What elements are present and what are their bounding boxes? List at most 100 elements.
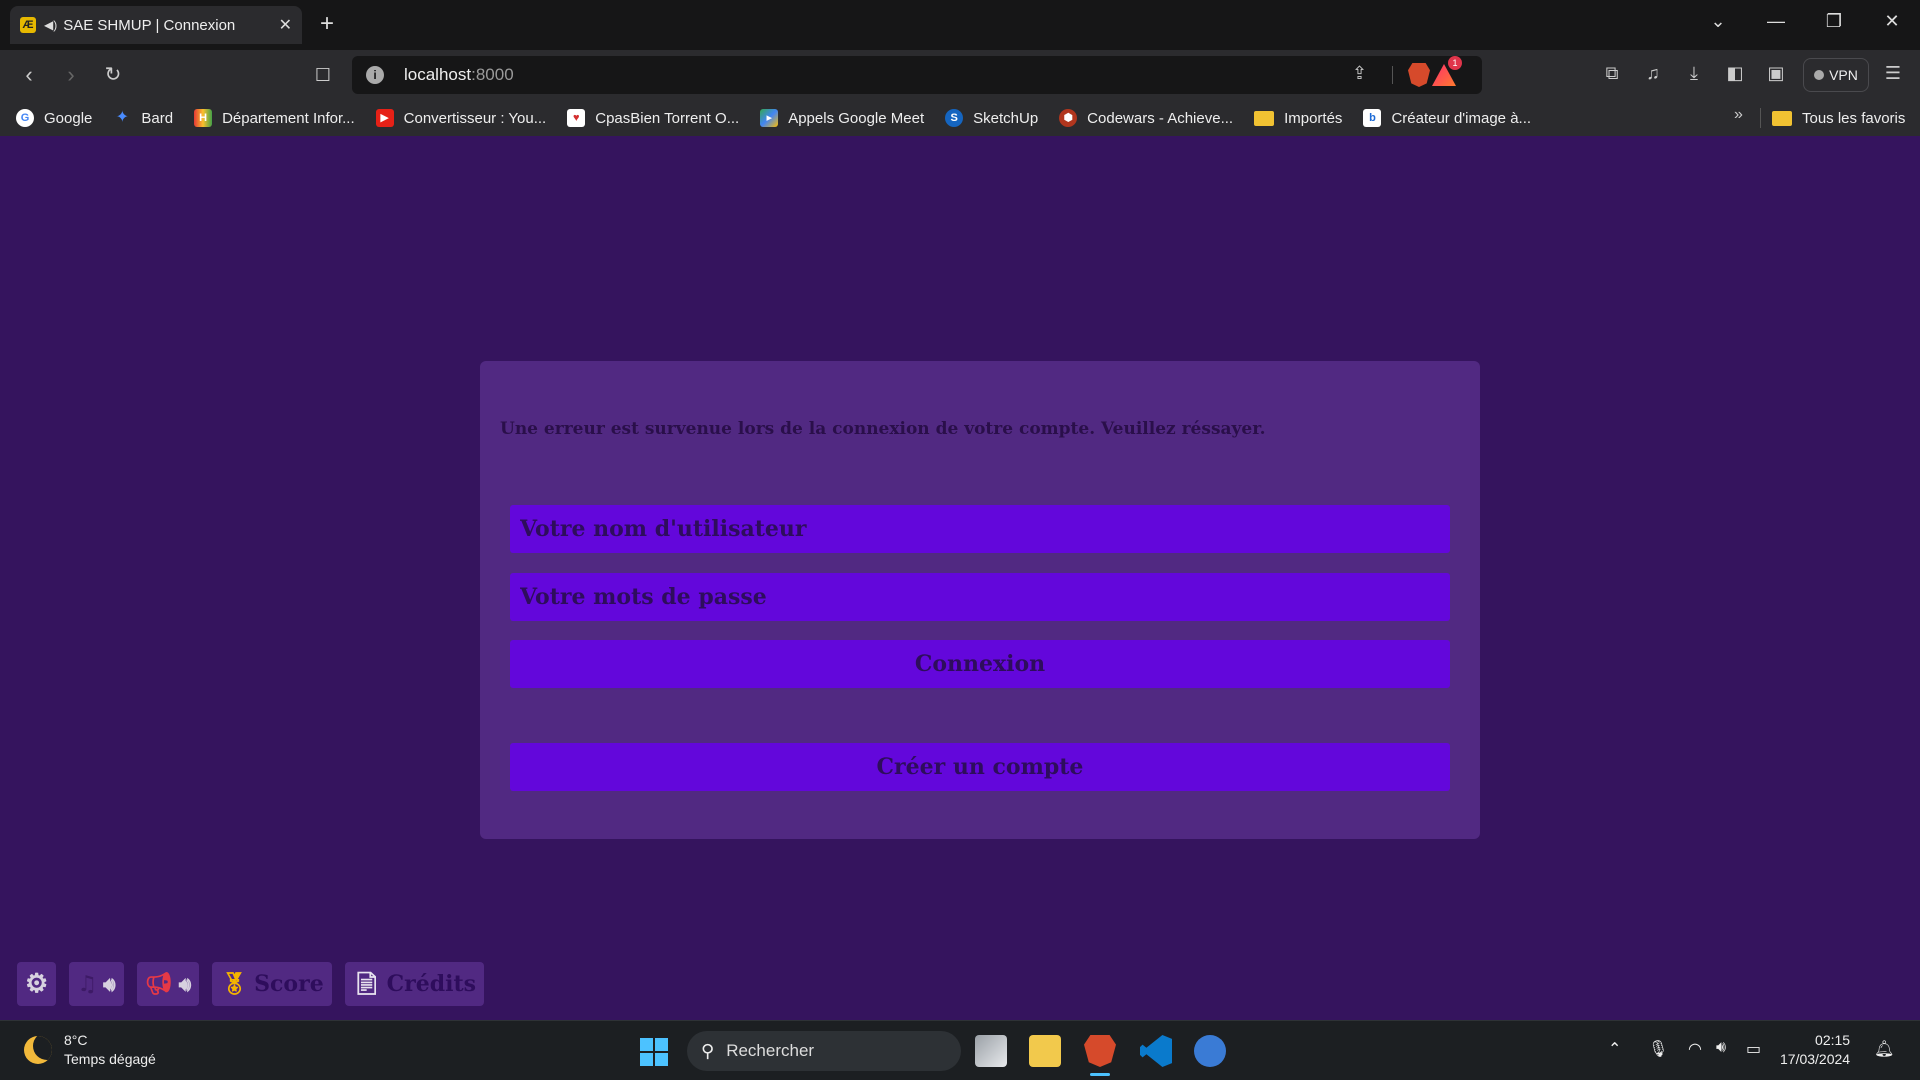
bookmarks-divider	[1760, 108, 1761, 128]
page-content: Une erreur est survenue lors de la conne…	[0, 136, 1920, 1020]
score-label: Score	[254, 971, 324, 997]
active-app-indicator	[1090, 1073, 1110, 1076]
forward-icon[interactable]: ›	[56, 60, 86, 90]
tray-overflow-icon[interactable]: ⌃	[1608, 1039, 1621, 1059]
restore-icon[interactable]: ❐	[1814, 6, 1854, 36]
weather-widget[interactable]: 8°C Temps dégagé	[24, 1031, 156, 1069]
bookmark-meet[interactable]: ▸ Appels Google Meet	[760, 109, 924, 127]
bookmark-importes[interactable]: Importés	[1254, 110, 1342, 127]
bookmark-label: Convertisseur : You...	[403, 109, 547, 127]
windows-taskbar: 8°C Temps dégagé ⚲ Rechercher ⌃ 🎙︎ ◠ 🔊︎ …	[0, 1020, 1920, 1080]
bookmark-convertisseur[interactable]: ▶ Convertisseur : You...	[375, 109, 547, 127]
username-input[interactable]	[510, 505, 1450, 553]
wallet-icon[interactable]: ▣	[1763, 63, 1789, 84]
bookmark-cpasbien[interactable]: ♥ CpasBien Torrent O...	[567, 109, 739, 127]
bookmarks-more-button[interactable]: »	[1734, 106, 1743, 124]
tab-audio-icon[interactable]: ◀)	[44, 18, 57, 32]
moon-icon	[24, 1036, 52, 1064]
codewars-icon: ⬢	[1059, 109, 1078, 127]
bookmark-bard[interactable]: ✦ Bard	[113, 109, 173, 127]
bookmark-label: Google	[44, 109, 93, 127]
bookmark-icon[interactable]: ☐	[308, 60, 338, 90]
error-message: Une erreur est survenue lors de la conne…	[500, 419, 1266, 439]
weather-condition: Temps dégagé	[64, 1051, 156, 1067]
new-tab-button[interactable]: +	[320, 10, 334, 38]
bookmark-label: CpasBien Torrent O...	[595, 109, 740, 127]
game-controls-bar: ⚙ ♫ 🔊︎ 📢︎ 🔊︎ 🏅︎ Score 📄︎ Crédits	[17, 962, 485, 1006]
taskbar-search[interactable]: ⚲ Rechercher	[687, 1031, 961, 1071]
notification-bell-icon[interactable]: 🔔︎	[1874, 1039, 1894, 1059]
close-window-icon[interactable]: ✕	[1872, 6, 1912, 36]
tab-search-chevron-icon[interactable]: ⌄	[1698, 6, 1738, 36]
bookmark-sketchup[interactable]: S SketchUp	[945, 109, 1038, 127]
megaphone-icon: 📢︎	[144, 971, 173, 997]
settings-button[interactable]: ⚙	[17, 962, 57, 1006]
credits-button[interactable]: 📄︎ Crédits	[344, 962, 485, 1006]
bookmark-google[interactable]: G Google	[16, 109, 92, 127]
vpn-button[interactable]: VPN	[1803, 58, 1869, 92]
brave-browser-icon[interactable]	[1084, 1035, 1116, 1067]
minimize-icon[interactable]: —	[1756, 6, 1796, 36]
site-info-icon[interactable]: i	[366, 66, 384, 84]
password-input[interactable]	[510, 573, 1450, 621]
tab-title: SAE SHMUP | Connexion	[63, 16, 236, 34]
bookmark-label: Créateur d'image à...	[1391, 109, 1532, 127]
bookmark-createur[interactable]: b Créateur d'image à...	[1363, 109, 1531, 127]
wifi-icon[interactable]: ◠	[1688, 1039, 1702, 1059]
menu-icon[interactable]: ☰	[1880, 63, 1906, 84]
meet-icon: ▸	[760, 109, 779, 127]
brave-shields-icon[interactable]	[1408, 63, 1430, 87]
volume-icon[interactable]: 🔊︎	[1716, 1039, 1726, 1057]
speaker-icon: 🔊︎	[103, 972, 116, 996]
cpasbien-icon: ♥	[567, 109, 586, 127]
download-icon[interactable]: ⤓	[1681, 63, 1707, 84]
bard-icon: ✦	[115, 109, 130, 126]
bookmark-label: Département Infor...	[222, 109, 355, 127]
score-button[interactable]: 🏅︎ Score	[212, 962, 332, 1006]
microphone-icon[interactable]: 🎙︎	[1648, 1039, 1668, 1059]
file-explorer-icon[interactable]	[1029, 1035, 1061, 1067]
bookmark-codewars[interactable]: ⬢ Codewars - Achieve...	[1059, 109, 1233, 127]
rewards-badge: 1	[1448, 56, 1462, 70]
create-account-button[interactable]: Créer un compte	[510, 743, 1450, 791]
document-icon: 📄︎	[352, 971, 381, 997]
address-bar[interactable]: i localhost:8000 ⇪ 1	[352, 56, 1482, 94]
bookmark-label: SketchUp	[973, 109, 1039, 127]
youtube-icon: ▶	[375, 109, 394, 127]
bookmark-label: Appels Google Meet	[788, 109, 925, 127]
site-favicon-icon: Æ	[20, 17, 36, 33]
clock-time: 02:15	[1815, 1032, 1851, 1048]
sfx-volume-button[interactable]: 📢︎ 🔊︎	[136, 962, 200, 1006]
media-icon[interactable]: ♫	[1640, 63, 1666, 84]
reload-icon[interactable]: ↻	[98, 60, 128, 90]
vscode-icon[interactable]	[1140, 1035, 1172, 1067]
credits-label: Crédits	[386, 971, 477, 997]
login-button[interactable]: Connexion	[510, 640, 1450, 688]
vpn-status-icon	[1814, 70, 1825, 80]
tab-close-icon[interactable]: ✕	[279, 15, 292, 35]
all-favorites-folder[interactable]: Tous les favoris	[1772, 100, 1905, 136]
search-icon: ⚲	[701, 1040, 715, 1061]
bookmark-label: Importés	[1284, 109, 1343, 127]
taskbar-clock[interactable]: 02:15 17/03/2024	[1780, 1031, 1850, 1069]
all-favorites-label: Tous les favoris	[1802, 109, 1906, 127]
signal-app-icon[interactable]	[1194, 1035, 1226, 1067]
extensions-icon[interactable]: ⧉	[1599, 63, 1625, 84]
temperature: 8°C	[64, 1032, 88, 1048]
sidebar-icon[interactable]: ◧	[1722, 63, 1748, 84]
share-icon[interactable]: ⇪	[1352, 63, 1367, 87]
bing-icon: b	[1363, 109, 1382, 127]
vpn-label: VPN	[1829, 67, 1858, 83]
back-icon[interactable]: ‹	[14, 60, 44, 90]
task-view-icon[interactable]	[975, 1035, 1007, 1067]
bookmark-label: Bard	[141, 109, 174, 127]
bookmark-label: Codewars - Achieve...	[1087, 109, 1234, 127]
url-port: :8000	[471, 65, 514, 84]
windows-start-icon[interactable]	[640, 1038, 668, 1066]
browser-tab-active[interactable]: Æ ◀) SAE SHMUP | Connexion ✕	[10, 6, 302, 44]
folder-icon	[1254, 110, 1275, 126]
url-host: localhost	[404, 65, 472, 84]
battery-icon[interactable]: ▭	[1746, 1039, 1761, 1059]
music-volume-button[interactable]: ♫ 🔊︎	[69, 962, 124, 1006]
bookmark-departement[interactable]: H Département Infor...	[194, 109, 355, 127]
